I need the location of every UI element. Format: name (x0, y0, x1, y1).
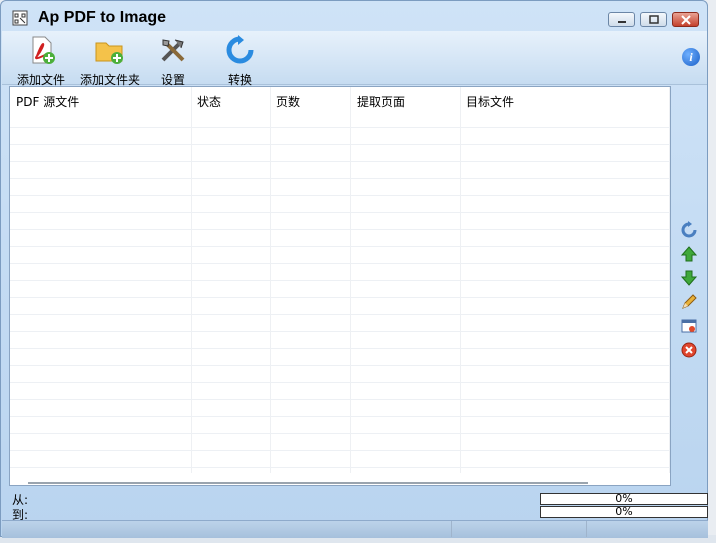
info-button[interactable]: i (682, 48, 700, 66)
refresh-list-button[interactable] (680, 221, 698, 239)
table-row (10, 178, 670, 179)
table-row (10, 331, 670, 332)
settings-button[interactable]: 设置 (154, 34, 192, 87)
remove-item-button[interactable] (680, 341, 698, 359)
progress-bar-total: 0% (540, 506, 708, 518)
table-row (10, 195, 670, 196)
title-bar[interactable]: Ap PDF to Image (1, 1, 707, 31)
table-row (10, 263, 670, 264)
table-row (10, 382, 670, 383)
table-row (10, 450, 670, 451)
add-file-button[interactable]: 添加文件 (16, 34, 66, 87)
table-row (10, 212, 670, 213)
status-separator (586, 521, 587, 537)
column-header-status[interactable]: 状态 (197, 93, 221, 110)
table-row (10, 161, 670, 162)
column-header-extract-pages[interactable]: 提取页面 (357, 93, 405, 110)
table-row (10, 314, 670, 315)
maximize-button[interactable] (640, 12, 667, 27)
table-row (10, 467, 670, 468)
file-list-table[interactable]: PDF 源文件 状态 页数 提取页面 目标文件 (9, 86, 671, 486)
table-row (10, 280, 670, 281)
table-row (10, 144, 670, 145)
toolbar: 添加文件 添加文件夹 设置 转换 (2, 31, 707, 87)
minimize-button[interactable] (608, 12, 635, 27)
column-header-pages[interactable]: 页数 (276, 93, 300, 110)
tools-icon (161, 39, 185, 62)
move-down-button[interactable] (680, 269, 698, 287)
window-title: Ap PDF to Image (38, 9, 167, 26)
table-row (10, 229, 670, 230)
table-row (10, 416, 670, 417)
add-pdf-file-icon (32, 36, 55, 64)
window-preview-button[interactable] (680, 317, 698, 335)
horizontal-scrollbar[interactable] (28, 482, 588, 484)
column-header-source[interactable]: PDF 源文件 (16, 93, 79, 110)
table-row (10, 433, 670, 434)
table-row (10, 365, 670, 366)
column-header-target[interactable]: 目标文件 (466, 93, 514, 110)
minimize-icon (618, 21, 626, 23)
refresh-convert-icon (226, 35, 254, 64)
convert-button[interactable]: 转换 (221, 34, 259, 87)
add-folder-button[interactable]: 添加文件夹 (80, 34, 140, 87)
app-logo-icon (12, 10, 28, 26)
table-row (10, 246, 670, 247)
table-header: PDF 源文件 状态 页数 提取页面 目标文件 (10, 87, 670, 113)
status-bar (2, 520, 708, 538)
table-row (10, 348, 670, 349)
info-icon: i (689, 50, 693, 64)
edit-pencil-button[interactable] (680, 293, 698, 311)
close-icon (681, 15, 691, 25)
progress-bar-file: 0% (540, 493, 708, 505)
app-window: Ap PDF to Image 添加文件 添加文件夹 设置 转换 i PDF 源… (0, 0, 708, 538)
table-row (10, 399, 670, 400)
table-row (10, 297, 670, 298)
move-up-button[interactable] (680, 245, 698, 263)
close-button[interactable] (672, 12, 699, 27)
status-separator (451, 521, 452, 537)
add-folder-icon (95, 42, 123, 64)
maximize-icon (649, 15, 659, 24)
table-row (10, 127, 670, 128)
